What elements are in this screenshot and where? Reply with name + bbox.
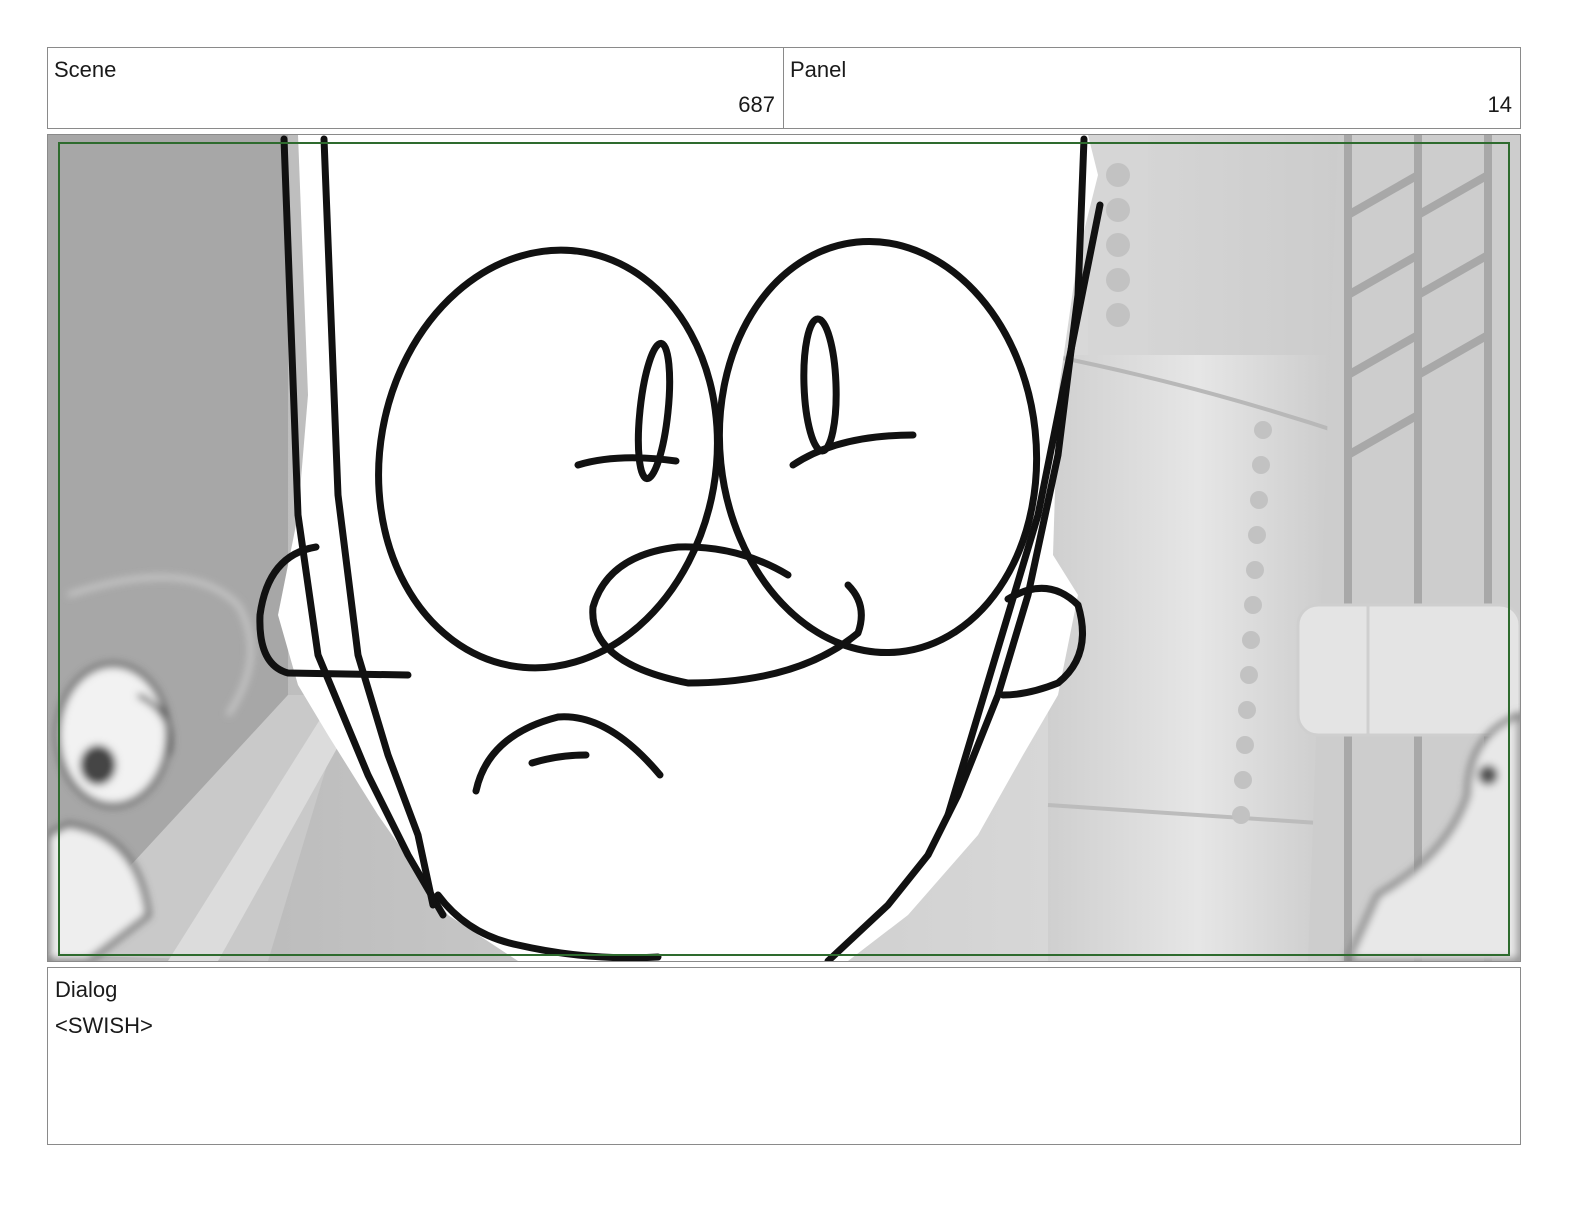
dialog-field: Dialog <SWISH> — [47, 967, 1521, 1145]
scene-number: 687 — [738, 92, 775, 117]
dialog-text: <SWISH> — [55, 1013, 153, 1038]
storyboard-frame — [47, 134, 1521, 962]
panel-number: 14 — [1487, 92, 1512, 117]
panel-label: Panel — [790, 57, 847, 82]
panel-field: Panel 14 — [783, 47, 1521, 129]
dialog-label: Dialog — [55, 977, 118, 1002]
scene-field: Scene 687 — [47, 47, 784, 129]
scene-label: Scene — [54, 57, 117, 82]
storyboard-sketch — [48, 135, 1520, 961]
